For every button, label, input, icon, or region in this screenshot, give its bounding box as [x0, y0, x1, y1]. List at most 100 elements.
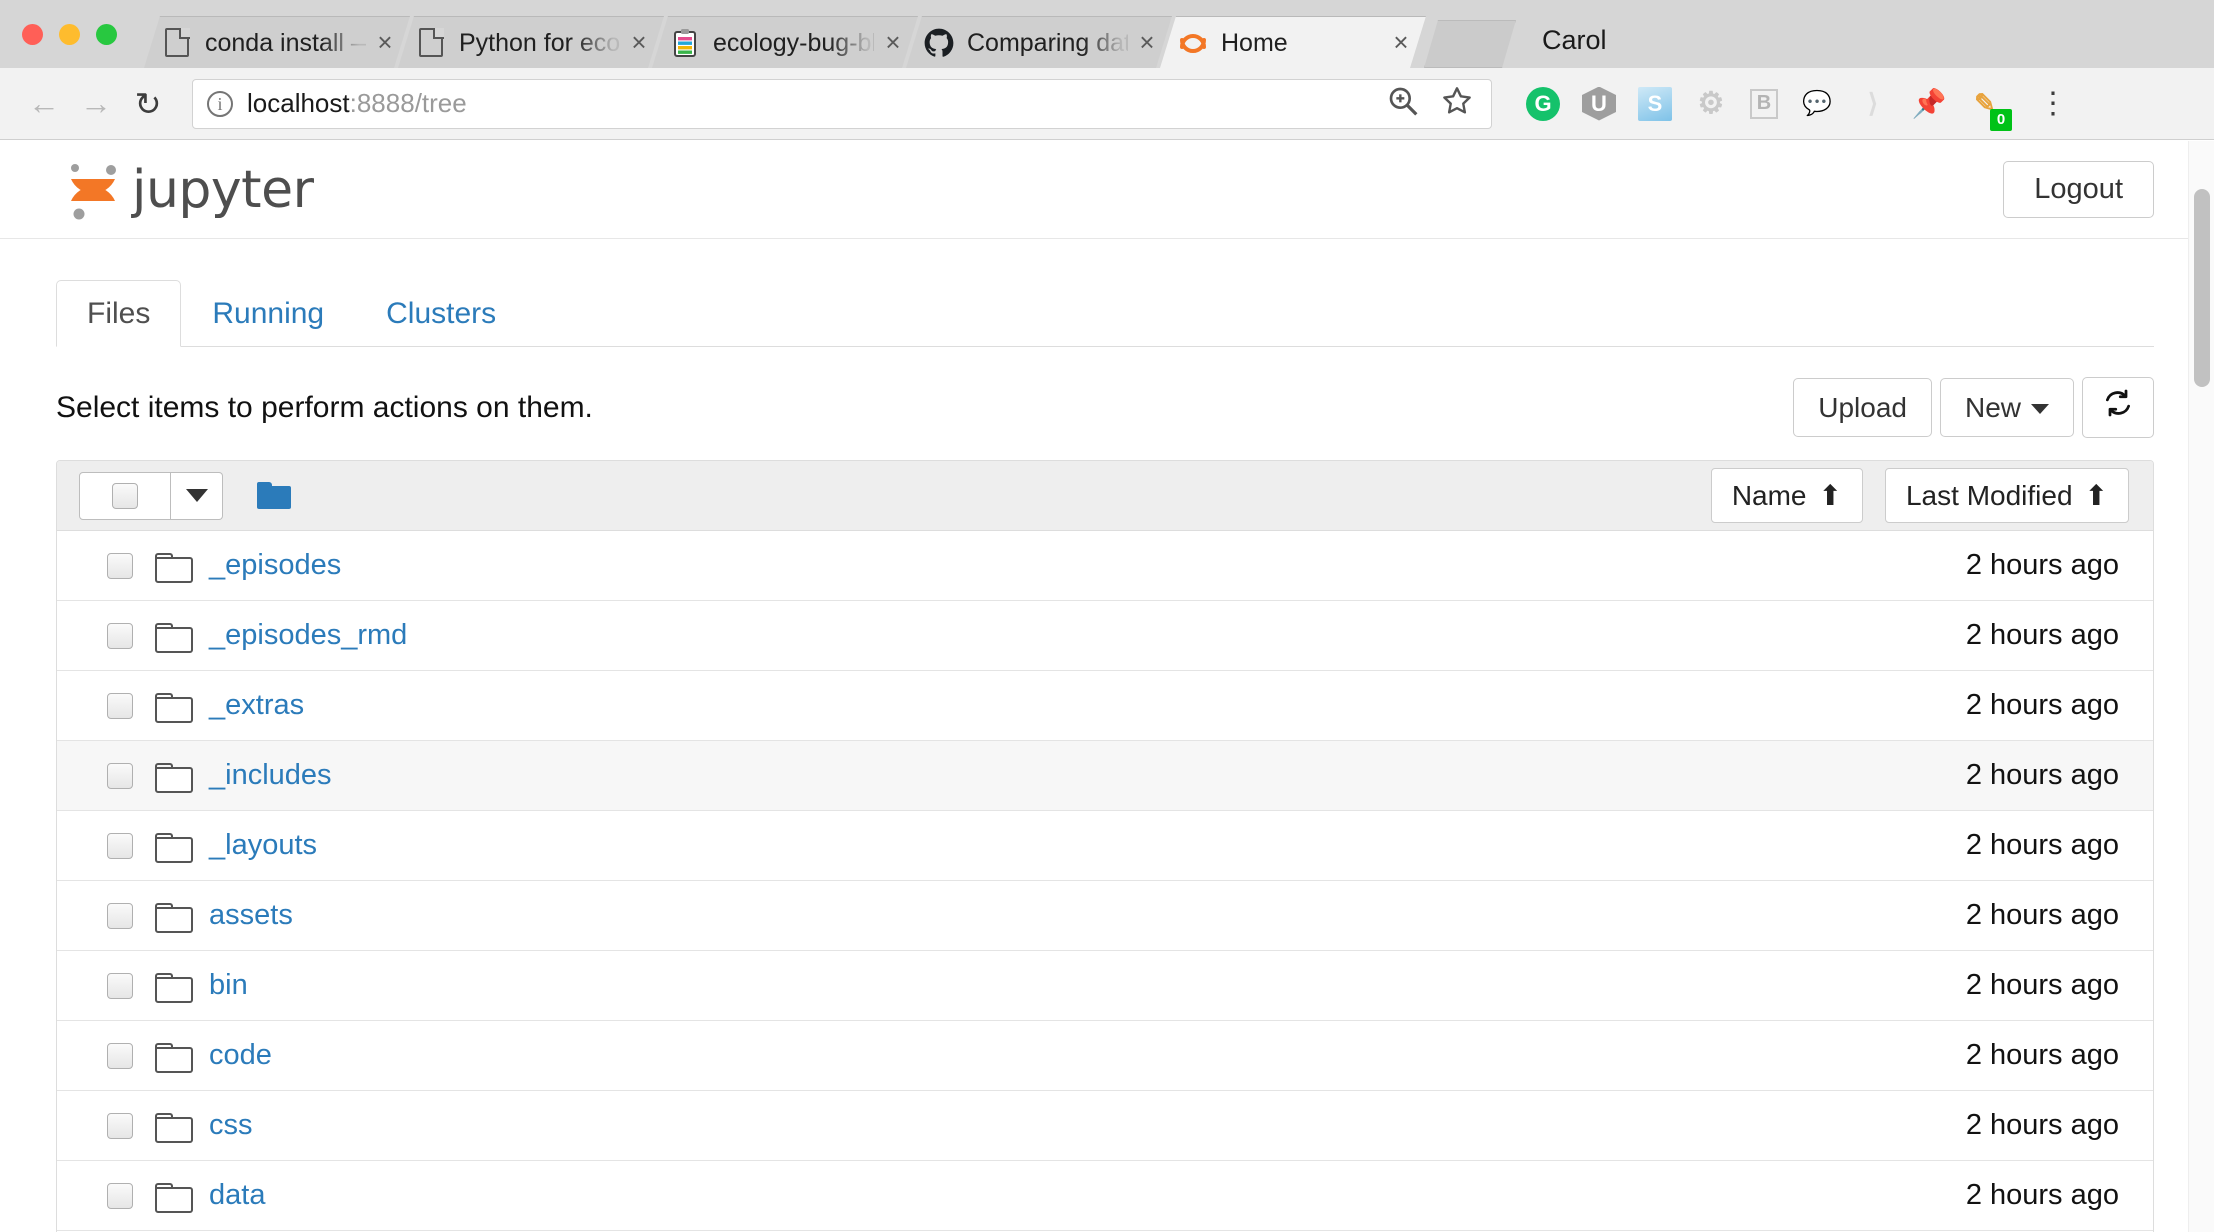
new-button[interactable]: New: [1939, 377, 2074, 438]
jupyter-nav-tabs: Files Running Clusters: [56, 279, 2154, 347]
file-name-link[interactable]: code: [209, 1039, 272, 1072]
file-name-link[interactable]: _episodes_rmd: [209, 619, 407, 652]
close-icon[interactable]: ×: [880, 30, 906, 56]
sort-by-modified-button[interactable]: Last Modified ⬆: [1884, 467, 2129, 524]
back-icon[interactable]: ←: [18, 78, 70, 130]
folder-icon: [155, 1112, 193, 1143]
row-checkbox[interactable]: [79, 762, 155, 789]
file-modified-time: 2 hours ago: [1965, 829, 2119, 861]
logout-button[interactable]: Logout: [2003, 161, 2154, 218]
highlighter-badge: 0: [1990, 108, 2012, 131]
tab-running[interactable]: Running: [181, 280, 355, 347]
row-checkbox[interactable]: [79, 1112, 155, 1139]
tab-files[interactable]: Files: [56, 280, 182, 347]
table-row[interactable]: _extras 2 hours ago: [57, 671, 2153, 741]
checkbox-box: [107, 622, 133, 649]
browser-tab-python-for-ecologists[interactable]: Python for ecologists: S ×: [398, 16, 664, 68]
table-row[interactable]: _layouts 2 hours ago: [57, 811, 2153, 881]
forward-icon[interactable]: →: [70, 78, 122, 130]
table-row[interactable]: assets 2 hours ago: [57, 881, 2153, 951]
table-row[interactable]: _episodes_rmd 2 hours ago: [57, 601, 2153, 671]
folder-icon: [155, 1182, 193, 1213]
file-name-link[interactable]: _layouts: [209, 829, 317, 862]
browser-tab-comparing-datacarpentry[interactable]: Comparing datacarpent ×: [906, 16, 1172, 68]
tab-clusters[interactable]: Clusters: [355, 280, 527, 347]
sort-by-name-button[interactable]: Name ⬆: [1710, 467, 1863, 524]
profile-name[interactable]: Carol: [1542, 25, 1607, 56]
row-checkbox[interactable]: [79, 692, 155, 719]
file-list-toolbar: Name ⬆ Last Modified ⬆: [57, 461, 2153, 531]
info-icon[interactable]: i: [207, 90, 233, 117]
select-dropdown-button[interactable]: [171, 471, 223, 520]
q-extension-icon[interactable]: 💬: [1800, 87, 1834, 121]
zoom-in-icon[interactable]: [1387, 85, 1419, 122]
scrollbar-thumb[interactable]: [2194, 189, 2210, 387]
page-scrollbar[interactable]: [2188, 141, 2214, 1232]
minimize-window-button[interactable]: [59, 24, 80, 45]
grammarly-icon[interactable]: G: [1526, 86, 1560, 121]
s-extension-icon[interactable]: S: [1638, 86, 1672, 121]
chevron-down-icon[interactable]: ⟩: [1856, 87, 1890, 121]
new-tab-button[interactable]: [1424, 20, 1516, 68]
upload-button[interactable]: Upload: [1793, 377, 1932, 438]
file-name-link[interactable]: css: [209, 1109, 253, 1142]
table-row[interactable]: data 2 hours ago: [57, 1161, 2153, 1231]
new-button-label: New: [1964, 391, 2021, 423]
select-all-checkbox[interactable]: [79, 471, 171, 520]
table-row[interactable]: code 2 hours ago: [57, 1021, 2153, 1091]
table-row[interactable]: css 2 hours ago: [57, 1091, 2153, 1161]
jupyter-logo[interactable]: jupyter: [66, 159, 314, 221]
zoom-window-button[interactable]: [96, 24, 117, 45]
close-window-button[interactable]: [22, 24, 43, 45]
checkbox-box: [107, 832, 133, 859]
checkbox-box: [112, 482, 138, 509]
folder-icon: [155, 1042, 193, 1073]
address-host: localhost: [247, 88, 350, 118]
table-row[interactable]: _episodes 2 hours ago: [57, 531, 2153, 601]
breadcrumb-folder-icon[interactable]: [257, 482, 291, 509]
file-list: Name ⬆ Last Modified ⬆ _episodes 2 hours …: [56, 460, 2154, 1232]
file-name-link[interactable]: _episodes: [209, 549, 341, 582]
row-checkbox[interactable]: [79, 1042, 155, 1069]
kebab-menu-icon[interactable]: ⋮: [2038, 88, 2068, 118]
row-checkbox[interactable]: [79, 972, 155, 999]
browser-window: conda install — Conda d × Python for eco…: [0, 0, 2214, 1232]
file-name-link[interactable]: data: [209, 1179, 265, 1212]
file-name-link[interactable]: bin: [209, 969, 248, 1002]
checkbox-box: [107, 692, 133, 719]
b-extension-icon[interactable]: B: [1750, 88, 1778, 119]
browser-tab-home[interactable]: Home ×: [1160, 16, 1426, 68]
reload-icon[interactable]: ↻: [122, 78, 174, 130]
select-items-message: Select items to perform actions on them.: [56, 390, 593, 424]
close-icon[interactable]: ×: [1134, 30, 1160, 56]
browser-tab-conda-install[interactable]: conda install — Conda d ×: [144, 16, 410, 68]
file-modified-time: 2 hours ago: [1965, 1039, 2119, 1071]
row-checkbox[interactable]: [79, 832, 155, 859]
sort-modified-label: Last Modified: [1905, 479, 2073, 511]
u-extension-icon[interactable]: U: [1582, 86, 1616, 121]
close-icon[interactable]: ×: [626, 30, 652, 56]
browser-tab-ecology-bug-bbq[interactable]: ecology-bug-bbq | Soft ×: [652, 16, 918, 68]
tab-title: conda install — Conda d: [205, 28, 344, 57]
extension-icons: G U S ⚙ B 💬 ⟩ 📌 ✎ 0 ⋮: [1526, 86, 2068, 131]
row-checkbox[interactable]: [79, 1182, 155, 1209]
highlighter-icon[interactable]: ✎ 0: [1968, 87, 2012, 131]
file-modified-time: 2 hours ago: [1965, 1109, 2119, 1141]
arrow-up-icon: ⬆: [2084, 479, 2108, 511]
row-checkbox[interactable]: [79, 552, 155, 579]
gear-icon[interactable]: ⚙: [1694, 87, 1728, 121]
close-icon[interactable]: ×: [372, 30, 398, 56]
row-checkbox[interactable]: [79, 622, 155, 649]
bookmark-star-icon[interactable]: [1441, 85, 1473, 122]
table-row[interactable]: _includes 2 hours ago: [57, 741, 2153, 811]
table-row[interactable]: bin 2 hours ago: [57, 951, 2153, 1021]
file-name-link[interactable]: _extras: [209, 689, 304, 722]
file-name-link[interactable]: _includes: [209, 759, 332, 792]
row-checkbox[interactable]: [79, 902, 155, 929]
file-name-link[interactable]: assets: [209, 899, 293, 932]
pin-icon[interactable]: 📌: [1912, 87, 1947, 121]
close-icon[interactable]: ×: [1388, 30, 1414, 56]
tab-title: ecology-bug-bbq | Soft: [713, 28, 872, 57]
address-bar[interactable]: i localhost:8888/tree: [192, 78, 1492, 129]
refresh-button[interactable]: [2082, 377, 2154, 438]
